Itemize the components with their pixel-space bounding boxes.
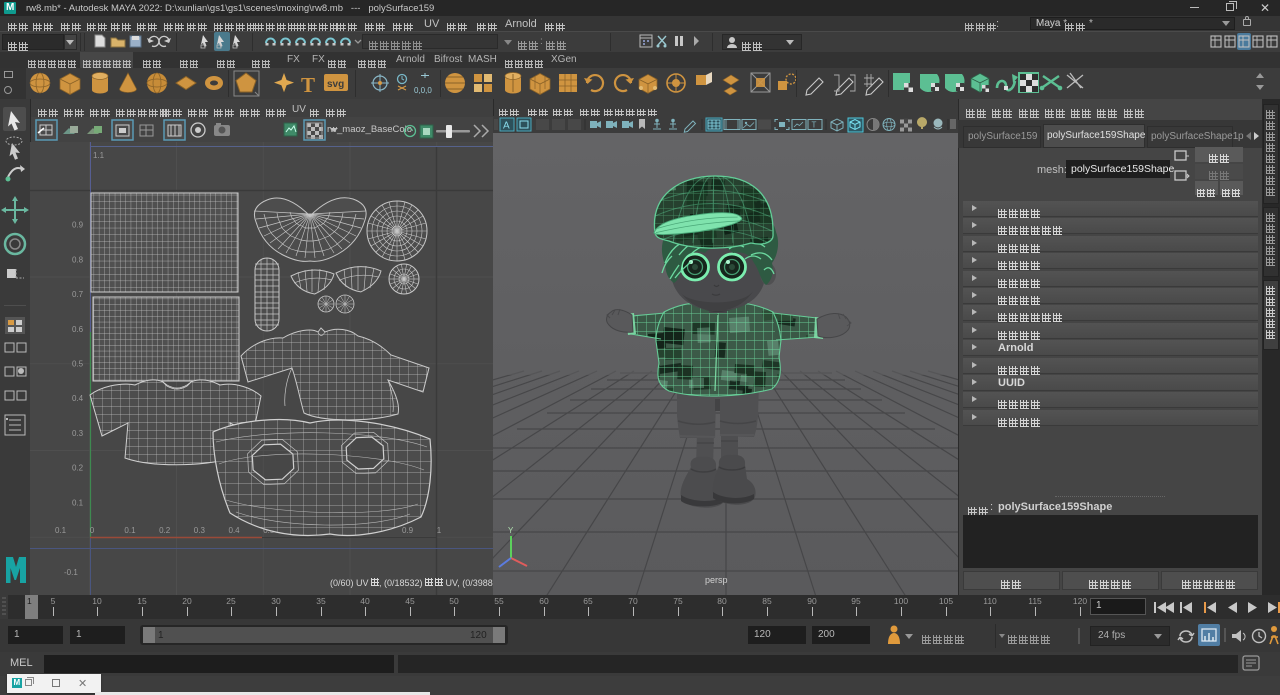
svg-text:svg: svg [327,79,344,90]
svg-text:0.8: 0.8 [72,255,84,264]
svg-text:0.4: 0.4 [229,526,241,535]
svg-text:0.9: 0.9 [402,526,414,535]
svg-text:1: 1 [437,526,442,535]
svg-text:70: 70 [628,596,638,606]
svg-text:100: 100 [894,596,908,606]
svg-text:0.4: 0.4 [72,394,84,403]
svg-text:80: 80 [717,596,727,606]
svg-text:T: T [812,121,817,130]
svg-text:persp: persp [705,575,728,585]
svg-text:-0.1: -0.1 [64,568,78,577]
svg-text:Y: Y [508,526,514,535]
svg-text:85: 85 [762,596,772,606]
svg-text:1.1: 1.1 [93,151,105,160]
svg-text:95: 95 [851,596,861,606]
svg-text:0,0,0: 0,0,0 [414,86,432,95]
svg-text:40: 40 [360,596,370,606]
svg-text:15: 15 [137,596,147,606]
svg-text:20: 20 [182,596,192,606]
svg-text:0.3: 0.3 [194,526,206,535]
svg-text:90: 90 [807,596,817,606]
svg-text:0: 0 [90,526,95,535]
svg-text:0.1: 0.1 [55,526,67,535]
svg-text:120: 120 [1073,596,1087,606]
svg-text:110: 110 [983,596,997,606]
svg-text:105: 105 [939,596,953,606]
svg-text:55: 55 [494,596,504,606]
svg-text:0.6: 0.6 [72,325,84,334]
svg-text:45: 45 [405,596,415,606]
svg-text:0.3: 0.3 [72,429,84,438]
svg-text:10: 10 [92,596,102,606]
svg-text:25: 25 [226,596,236,606]
svg-text:0.1: 0.1 [72,498,84,507]
svg-text:0.9: 0.9 [72,221,84,230]
svg-text:65: 65 [583,596,593,606]
svg-text:A: A [503,121,510,132]
svg-text:0.2: 0.2 [72,464,84,473]
svg-text:30: 30 [271,596,281,606]
svg-text:T: T [301,73,315,97]
svg-text:60: 60 [539,596,549,606]
svg-text:75: 75 [673,596,683,606]
svg-text:5: 5 [51,596,56,606]
svg-text:0.1: 0.1 [124,526,136,535]
svg-text:0.2: 0.2 [159,526,171,535]
svg-text:1: 1 [27,596,32,606]
svg-text:50: 50 [449,596,459,606]
svg-text:115: 115 [1028,596,1042,606]
svg-text:35: 35 [316,596,326,606]
svg-text:0.7: 0.7 [72,290,84,299]
svg-text:0.5: 0.5 [72,360,84,369]
